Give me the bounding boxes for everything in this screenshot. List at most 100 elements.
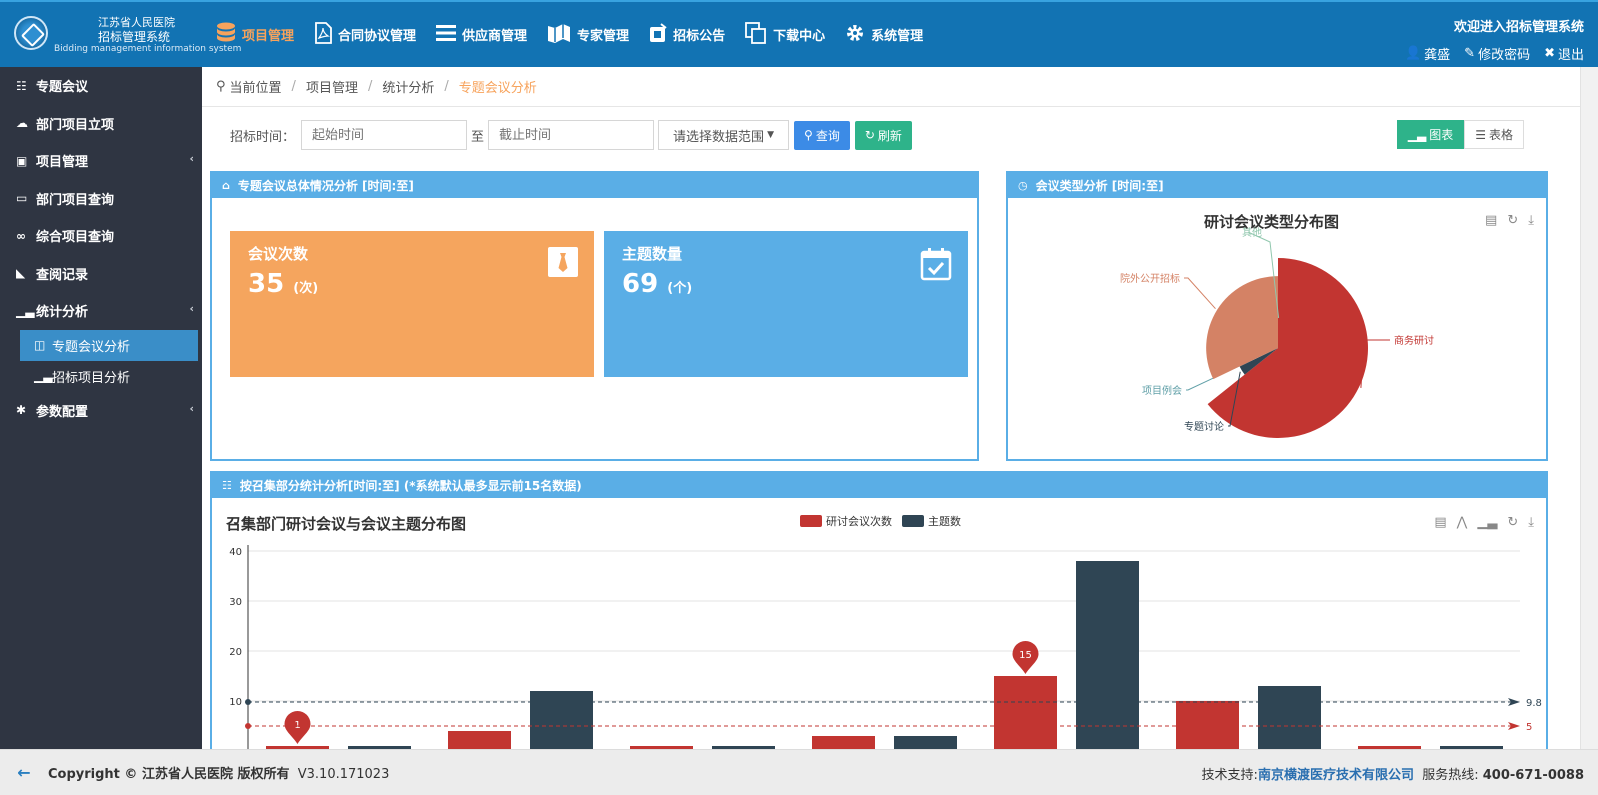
meeting-type-panel-title: 会议类型分析 [时间:至]: [1035, 179, 1164, 193]
main-content: ⚲ 当前位置 / 项目管理 / 统计分析 / 专题会议分析 招标时间： 至 请选…: [202, 67, 1580, 749]
chevron-left-icon: ‹: [189, 401, 194, 415]
sidebar-item-dept-project-setup[interactable]: ☁ 部门项目立项: [0, 105, 202, 143]
breadcrumb-current: 专题会议分析: [458, 81, 537, 96]
sidebar-item-label: 统计分析: [36, 305, 89, 321]
bar[interactable]: [1258, 686, 1321, 749]
nav-supplier-management[interactable]: 供应商管理: [436, 24, 527, 45]
copyright: Copyright © 江苏省人民医院 版权所有 V3.10.171023: [48, 763, 389, 782]
logo: 江苏省人民医院 招标管理系统 Bidding management inform…: [14, 12, 241, 60]
user-menu[interactable]: 👤 龚盛: [1405, 44, 1450, 63]
nav-contract-management[interactable]: 合同协议管理: [314, 22, 416, 47]
sidebar-item-topic-meeting[interactable]: ☷ 专题会议: [0, 67, 202, 105]
bar[interactable]: [448, 731, 511, 749]
version: V3.10.171023: [297, 767, 390, 782]
nav-label: 项目管理: [242, 29, 295, 44]
topics-count-card: 主题数量 69 (个): [604, 231, 968, 377]
topics-count-value: 69: [622, 269, 659, 299]
support-company[interactable]: 南京横渡医疗技术有限公司: [1258, 768, 1414, 783]
pie-slice-label: 院外公开招标: [1120, 272, 1180, 285]
vertical-scrollbar[interactable]: [1580, 67, 1598, 749]
filter-bar: 招标时间： 至 请选择数据范围 ▼ ⚲查询 ↻刷新: [230, 120, 912, 150]
sidebar-item-label: 专题会议: [36, 80, 89, 96]
nav-label: 合同协议管理: [338, 29, 417, 44]
list-icon: [436, 24, 457, 45]
end-time-input[interactable]: [488, 120, 655, 150]
back-arrow-icon[interactable]: ←: [0, 763, 48, 782]
chart-view-label: 图表: [1429, 128, 1454, 142]
asterisk-icon: ✱: [16, 403, 27, 418]
pie-slice-label: 商务研讨: [1394, 334, 1434, 347]
refresh-icon: ↻: [864, 128, 875, 142]
meetings-count-value-wrap: 35 (次): [248, 269, 318, 299]
logout-link[interactable]: ✖ 退出: [1544, 44, 1584, 63]
user-bar: 👤 龚盛 ✎ 修改密码 ✖ 退出: [1405, 44, 1584, 63]
pie-chart: 商务研讨专题讨论 项目例会 院外公开招标 其他: [1120, 226, 1434, 439]
chart-view-button[interactable]: ▁▃ 图表: [1396, 120, 1465, 149]
binoculars-icon: ◣: [16, 266, 26, 281]
logo-system-name: 招标管理系统: [98, 30, 171, 44]
change-password-link[interactable]: ✎ 修改密码: [1464, 44, 1530, 63]
nav-project-management[interactable]: 项目管理: [216, 22, 294, 47]
edit-icon: ✎: [1464, 46, 1476, 61]
sidebar-item-statistics[interactable]: ▁▃ 统计分析 ‹: [0, 292, 202, 330]
sidebar-item-view-records[interactable]: ◣ 查阅记录: [0, 255, 202, 293]
data-range-select[interactable]: 请选择数据范围 ▼: [658, 120, 790, 150]
nav-label: 供应商管理: [462, 29, 528, 44]
calendar-check-icon: [920, 247, 952, 285]
change-password-label: 修改密码: [1478, 48, 1531, 63]
bar[interactable]: [1076, 561, 1139, 749]
breadcrumb-item[interactable]: 项目管理: [306, 77, 358, 96]
bar[interactable]: [894, 736, 957, 749]
clock-icon: ◷: [1018, 179, 1028, 192]
nav-bid-notice[interactable]: 招标公告: [649, 23, 725, 46]
breadcrumb-root: 当前位置: [229, 81, 282, 96]
sidebar-item-project-management[interactable]: ▣ 项目管理 ‹: [0, 142, 202, 180]
data-range-value: 请选择数据范围: [673, 129, 765, 145]
topics-count-value-wrap: 69 (个): [622, 269, 692, 299]
topics-count-label: 主题数量: [622, 245, 683, 263]
binoculars-icon: ∞: [16, 228, 26, 243]
pie-slice-label: 其他: [1242, 226, 1262, 239]
y-tick-label: 10: [229, 697, 242, 708]
bar[interactable]: [530, 691, 593, 749]
hospital-emblem-icon: [14, 16, 48, 50]
bar[interactable]: [812, 736, 875, 749]
sidebar-item-label: 综合项目查询: [36, 230, 115, 246]
sidebar-item-all-project-query[interactable]: ∞ 综合项目查询: [0, 217, 202, 255]
bar-chart: 403020101159.85: [229, 545, 1542, 749]
query-button[interactable]: ⚲ 查询: [794, 120, 850, 150]
overview-panel-header: ⌂ 专题会议总体情况分析 [时间:至]: [212, 173, 977, 198]
nav-system-management[interactable]: 系统管理: [845, 23, 923, 46]
sidebar-subitem-meeting-analysis[interactable]: ◫ 专题会议分析: [20, 329, 198, 361]
sidebar-item-label: 项目管理: [36, 155, 89, 171]
bar[interactable]: [994, 676, 1057, 749]
table-view-label: 表格: [1488, 128, 1513, 142]
monitor-icon: ▣: [16, 153, 28, 168]
refresh-button[interactable]: ↻ 刷新: [854, 120, 912, 150]
pie-slice-label: 专题讨论: [1184, 420, 1224, 433]
topics-count-unit: (个): [667, 281, 693, 296]
table-view-button[interactable]: ☰ 表格: [1464, 120, 1524, 149]
bar-chart-icon: ▁▃: [34, 369, 53, 383]
meeting-type-panel-header: ◷ 会议类型分析 [时间:至]: [1008, 173, 1546, 198]
bar-chart-icon: ▁▃: [16, 303, 35, 318]
sidebar-item-config[interactable]: ✱ 参数配置 ‹: [0, 392, 202, 430]
sitemap-icon: ☷: [222, 479, 232, 492]
home-icon: ⌂: [222, 179, 230, 192]
chevron-left-icon: ‹: [189, 152, 194, 165]
sidebar-item-dept-project-query[interactable]: ▭ 部门项目查询: [0, 180, 202, 218]
y-tick-label: 40: [229, 547, 242, 558]
nav-label: 招标公告: [673, 29, 726, 44]
map-icon: ◫: [34, 338, 46, 352]
nav-expert-management[interactable]: 专家管理: [547, 23, 629, 46]
start-time-input[interactable]: [301, 120, 468, 150]
bar[interactable]: [1176, 701, 1239, 749]
department-panel-header: ☷ 按召集部分统计分析[时间:至] (*系统默认最多显示前15名数据): [212, 473, 1546, 498]
mark-point-label: 15: [1019, 650, 1032, 661]
y-tick-label: 20: [229, 647, 242, 658]
top-header: 江苏省人民医院 招标管理系统 Bidding management inform…: [0, 0, 1598, 67]
breadcrumb-item[interactable]: 统计分析: [382, 77, 434, 96]
tie-icon: [548, 247, 578, 281]
sidebar-subitem-bid-analysis[interactable]: ▁▃ 招标项目分析: [20, 361, 202, 392]
nav-download-center[interactable]: 下载中心: [745, 22, 825, 47]
